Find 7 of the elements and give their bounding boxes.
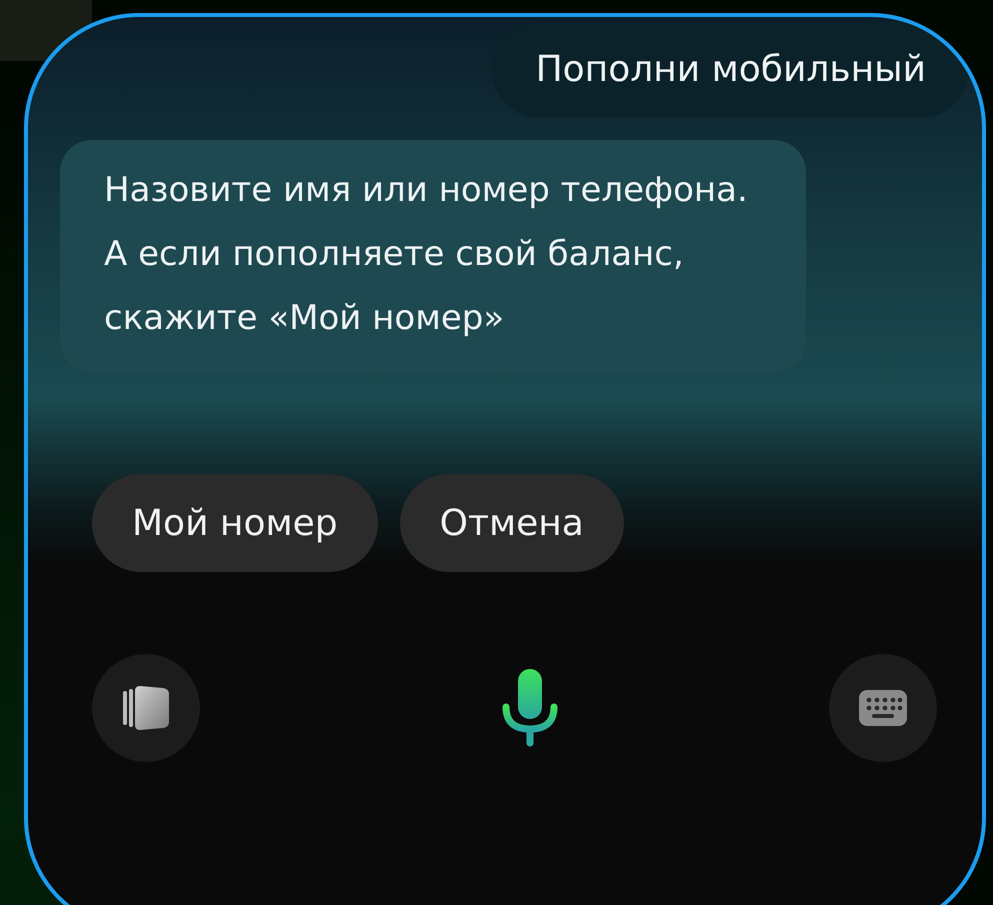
user-message: Пополни мобильный — [492, 23, 968, 118]
assistant-message: Назовите имя или номер телефона. А если пополняете свой баланс, скажите «Мой номер» — [60, 140, 806, 372]
suggestion-chip[interactable]: Отмена — [400, 474, 624, 572]
suggestion-chip[interactable]: Мой номер — [92, 474, 378, 572]
cards-icon — [121, 685, 171, 731]
keyboard-icon — [858, 689, 908, 727]
microphone-icon[interactable] — [500, 667, 560, 749]
